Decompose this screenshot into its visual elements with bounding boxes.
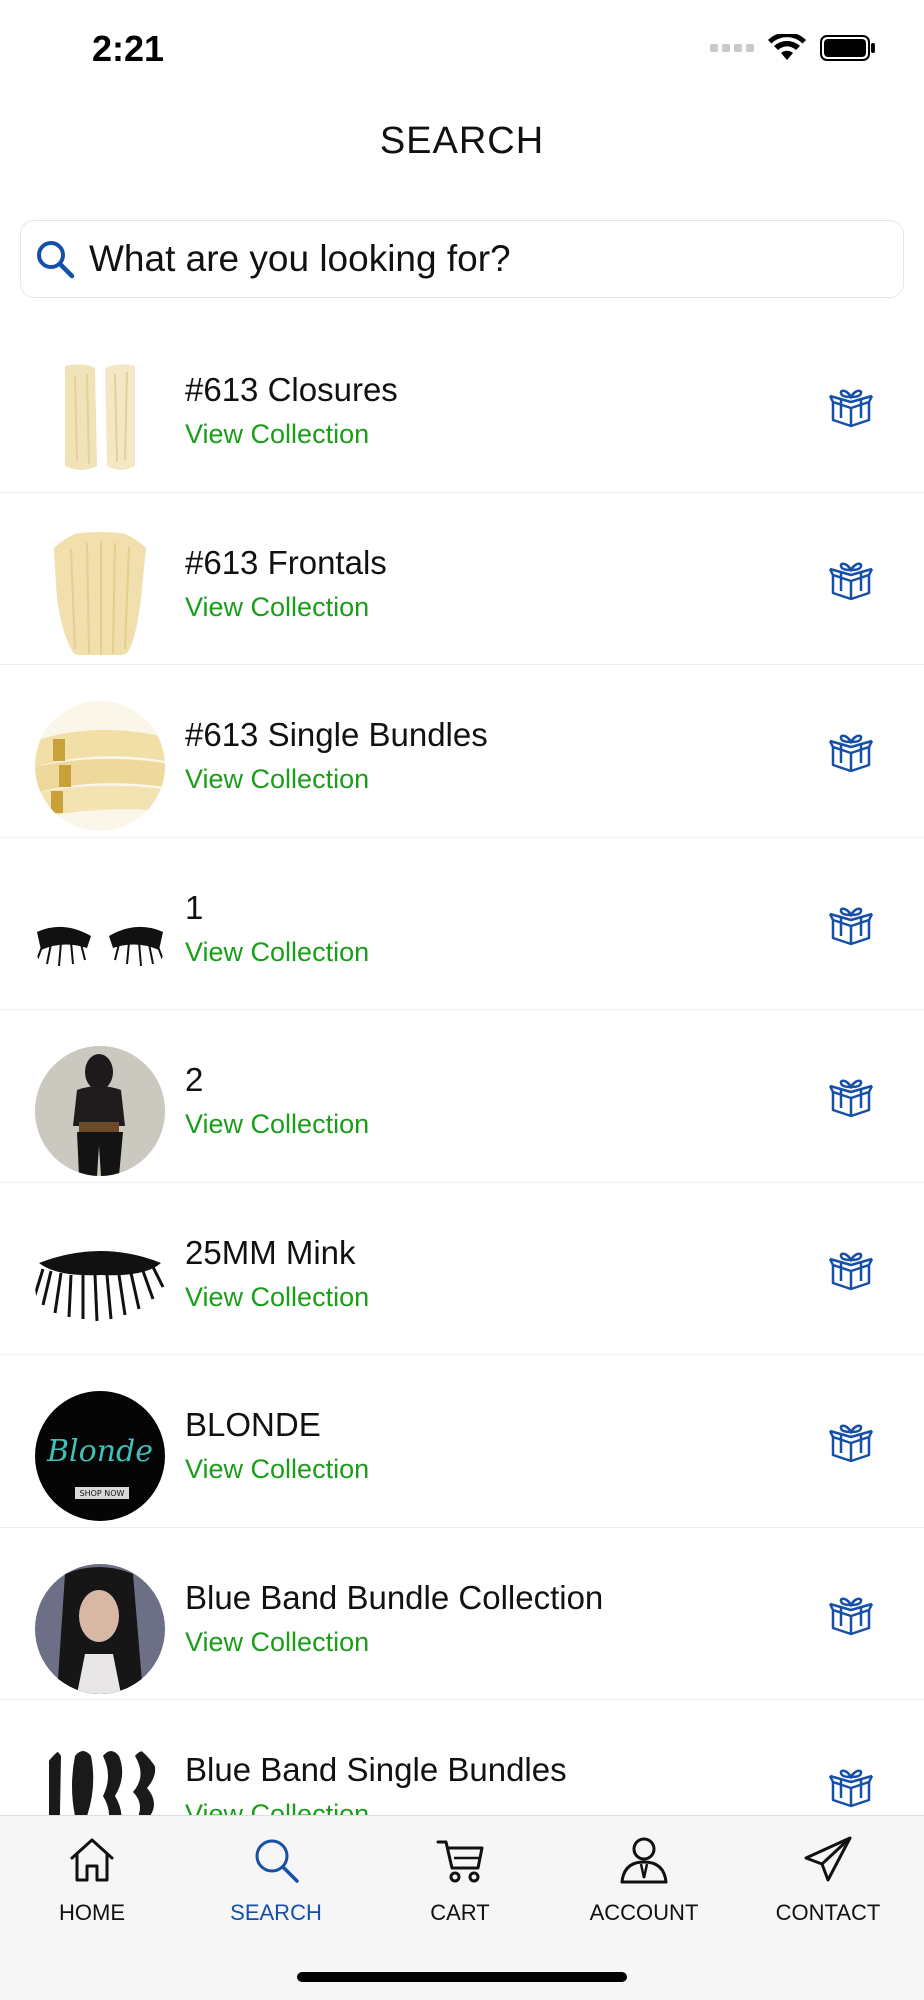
cart-icon (436, 1840, 484, 1883)
collection-title: 2 (185, 1061, 204, 1098)
list-item[interactable]: #613 Closures View Collection (0, 320, 924, 493)
status-bar: 2:21 (0, 0, 924, 100)
collection-thumbnail (35, 1218, 165, 1349)
gift-box-icon[interactable] (828, 559, 874, 601)
list-item[interactable]: 1 View Collection (0, 838, 924, 1010)
tab-label: ACCOUNT (589, 1900, 699, 1925)
gift-box-icon[interactable] (828, 904, 874, 946)
gift-box-icon[interactable] (828, 1594, 874, 1636)
list-item[interactable]: Blue Band Single Bundles View Collection (0, 1700, 924, 1815)
collection-thumbnail (35, 528, 165, 659)
view-collection-link[interactable]: View Collection (185, 414, 398, 454)
tab-cart[interactable]: CART (368, 1834, 552, 1926)
thumb-shop-now-text: SHOP NOW (80, 1489, 125, 1498)
view-collection-link[interactable]: View Collection (185, 587, 387, 627)
status-icons (710, 34, 876, 62)
view-collection-link[interactable]: View Collection (185, 1794, 567, 1815)
tab-label: CONTACT (775, 1900, 881, 1925)
view-collection-link[interactable]: View Collection (185, 759, 488, 799)
home-icon (70, 1838, 114, 1882)
collection-thumbnail (35, 1046, 165, 1176)
view-collection-link[interactable]: View Collection (185, 1622, 603, 1662)
tab-label: CART (430, 1900, 490, 1925)
status-time: 2:21 (92, 28, 165, 69)
collection-title: BLONDE (185, 1406, 321, 1443)
tab-home[interactable]: HOME (0, 1834, 184, 1926)
thumb-logo-text: Blonde (46, 1434, 153, 1469)
search-icon (37, 241, 75, 279)
collection-title: Blue Band Bundle Collection (185, 1578, 604, 1616)
tab-account[interactable]: ACCOUNT (552, 1834, 736, 1926)
view-collection-link[interactable]: View Collection (185, 1104, 369, 1144)
collection-title: #613 Closures (185, 371, 398, 408)
gift-box-icon[interactable] (828, 1249, 874, 1291)
account-icon (620, 1837, 668, 1884)
wifi-icon (768, 34, 806, 60)
tab-contact[interactable]: CONTACT (736, 1834, 920, 1926)
tab-search[interactable]: SEARCH (184, 1834, 368, 1926)
list-item[interactable]: 25MM Mink View Collection (0, 1183, 924, 1355)
collection-thumbnail (35, 701, 165, 831)
collection-title: #613 Frontals (185, 543, 387, 581)
gift-box-icon[interactable] (828, 731, 874, 773)
view-collection-link[interactable]: View Collection (185, 1277, 369, 1317)
collection-thumbnail (35, 1563, 165, 1694)
list-item[interactable]: #613 Frontals View Collection (0, 493, 924, 665)
list-item[interactable]: Blonde SHOP NOW BLONDE View Collection (0, 1355, 924, 1528)
page-title: SEARCH (379, 120, 545, 162)
view-collection-link[interactable]: View Collection (185, 1449, 369, 1489)
collection-title: #613 Single Bundles (185, 716, 488, 753)
search-input[interactable] (89, 238, 869, 280)
gift-box-icon[interactable] (828, 386, 874, 428)
collection-thumbnail: Blonde SHOP NOW (35, 1391, 165, 1521)
collection-title: 1 (185, 888, 204, 926)
search-bar[interactable] (20, 220, 904, 298)
list-item[interactable]: #613 Single Bundles View Collection (0, 665, 924, 838)
collection-thumbnail (35, 1736, 165, 1815)
collection-list: #613 Closures View Collection #613 Front… (0, 320, 924, 1815)
battery-icon (820, 35, 875, 61)
gift-box-icon[interactable] (828, 1766, 874, 1808)
gift-box-icon[interactable] (828, 1421, 874, 1463)
cellular-signal-icon (710, 44, 754, 52)
view-collection-link[interactable]: View Collection (185, 932, 369, 972)
list-item[interactable]: Blue Band Bundle Collection View Collect… (0, 1528, 924, 1700)
collection-title: 25MM Mink (185, 1233, 356, 1271)
tab-label: HOME (59, 1900, 125, 1925)
list-item[interactable]: 2 View Collection (0, 1010, 924, 1183)
collection-thumbnail (35, 356, 165, 486)
gift-box-icon[interactable] (828, 1076, 874, 1118)
search-icon (255, 1839, 299, 1883)
tab-label: SEARCH (230, 1900, 322, 1925)
collection-thumbnail (35, 873, 165, 1004)
collection-title: Blue Band Single Bundles (185, 1751, 567, 1788)
home-indicator (297, 1972, 627, 1982)
paper-plane-icon (804, 1836, 852, 1882)
